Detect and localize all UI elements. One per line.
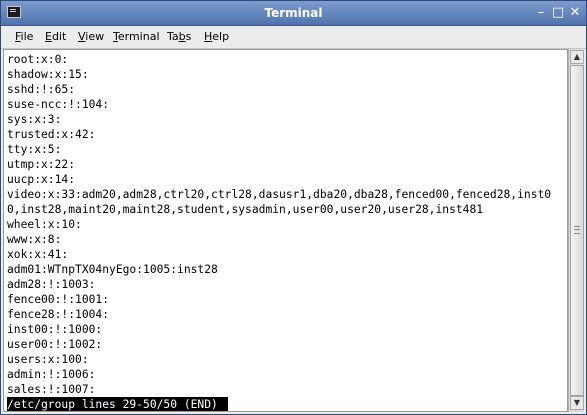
terminal-line: utmp:x:22: — [7, 158, 76, 171]
title-bar[interactable]: Terminal – □ ✕ — [1, 1, 586, 26]
window-title: Terminal — [264, 6, 323, 20]
terminal-line: user00:!:1002: — [7, 338, 103, 351]
vertical-scrollbar[interactable]: ▲ ▼ — [568, 49, 584, 412]
terminal-line: www:x:8: — [7, 233, 62, 246]
grip-icon — [574, 226, 580, 234]
terminal-line: wheel:x:10: — [7, 218, 82, 231]
terminal-line: root:x:0: — [7, 53, 69, 66]
terminal-line: users:x:100: — [7, 353, 89, 366]
terminal-window: Terminal – □ ✕ File Edit View Terminal T… — [0, 0, 587, 415]
terminal-line: video:x:33:adm20,adm28,ctrl20,ctrl28,das… — [7, 188, 552, 201]
terminal-line: adm01:WTnpTX04nyEgo:1005:inst28 — [7, 263, 218, 276]
terminal-line: xok:x:41: — [7, 248, 69, 261]
scrollbar-thumb[interactable] — [570, 65, 584, 396]
terminal-line: adm28:!:1003: — [7, 278, 96, 291]
menu-tabs[interactable]: Tabs — [167, 30, 191, 43]
menu-terminal[interactable]: Terminal — [113, 30, 160, 43]
terminal-line: fence00:!:1001: — [7, 293, 110, 306]
minimize-button[interactable]: – — [533, 5, 549, 21]
terminal-line: uucp:x:14: — [7, 173, 76, 186]
menu-view[interactable]: View — [78, 30, 104, 43]
terminal-line: suse-ncc:!:104: — [7, 98, 110, 111]
terminal-line: 0,inst28,maint20,maint28,student,sysadmi… — [7, 203, 484, 216]
output-lines: root:x:0: shadow:x:15: sshd:!:65: suse-ncc:… — [7, 52, 552, 411]
pager-status-line: /etc/group lines 29-50/50 (END) — [7, 397, 551, 411]
terminal-line: fence28:!:1004: — [7, 308, 110, 321]
terminal-line: inst00:!:1000: — [7, 323, 103, 336]
menu-edit[interactable]: Edit — [45, 30, 66, 43]
menu-bar: File Edit View Terminal Tabs Help — [1, 26, 586, 49]
terminal-output[interactable]: root:x:0: shadow:x:15: sshd:!:65: suse-ncc:… — [3, 49, 568, 412]
terminal-line: sales:!:1007: — [7, 383, 96, 396]
arrow-up-icon[interactable]: ▲ — [570, 50, 584, 64]
terminal-line: admin:!:1006: — [7, 368, 96, 381]
terminal-line: shadow:x:15: — [7, 68, 89, 81]
arrow-down-icon[interactable]: ▼ — [570, 396, 584, 410]
pager-status: /etc/group lines 29-50/50 (END) — [7, 397, 228, 411]
menu-help[interactable]: Help — [204, 30, 229, 43]
terminal-line: trusted:x:42: — [7, 128, 96, 141]
menu-file[interactable]: File — [15, 30, 33, 43]
terminal-line: sshd:!:65: — [7, 83, 76, 96]
terminal-line: sys:x:3: — [7, 113, 62, 126]
maximize-button[interactable]: □ — [550, 5, 566, 21]
close-button[interactable]: ✕ — [567, 5, 583, 21]
terminal-line: tty:x:5: — [7, 143, 62, 156]
